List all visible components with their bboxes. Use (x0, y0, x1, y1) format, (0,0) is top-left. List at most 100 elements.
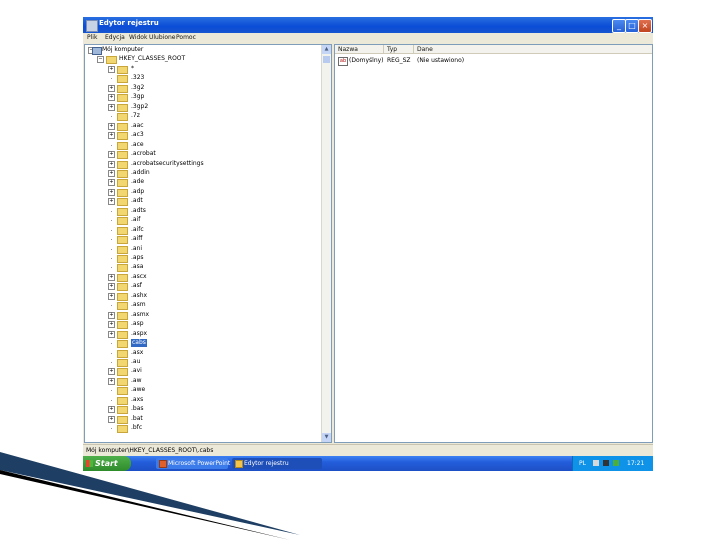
expand-toggle[interactable]: + (108, 179, 115, 187)
tree-connector (111, 399, 112, 401)
tree-item-label: .7z (131, 112, 140, 120)
menu-favorites[interactable]: Ulubione (149, 34, 176, 41)
tree-item-label: .acrobatsecuritysettings (131, 159, 204, 167)
expand-toggle[interactable]: + (108, 273, 115, 281)
value-name[interactable]: (Domyślny) (349, 57, 384, 64)
expand-toggle[interactable]: + (108, 188, 115, 196)
tree-item-label: .adts (131, 206, 146, 214)
tree-item-label: .ade (131, 178, 145, 186)
tree-connector (111, 305, 112, 307)
tree-item-label: .acrobat (131, 150, 156, 158)
folder-icon (117, 169, 128, 178)
tree-item-label: .bfc (131, 424, 143, 432)
tree-item-label: .asp (131, 320, 144, 328)
menu-view[interactable]: Widok (129, 34, 147, 41)
status-bar: Mój komputer\HKEY_CLASSES_ROOT\.cabs (83, 444, 653, 456)
folder-icon (117, 406, 128, 415)
tree-item-label: .asa (131, 263, 144, 271)
taskbar-item-label: Edytor rejestru (244, 460, 289, 467)
title-bar: Edytor rejestru _ □ × (83, 17, 653, 33)
security-icon[interactable] (613, 460, 619, 466)
tree-item-label: .au (131, 357, 141, 365)
folder-icon (117, 207, 128, 216)
expand-toggle[interactable]: + (108, 311, 115, 319)
tree-connector (111, 258, 112, 259)
expand-toggle[interactable]: + (108, 292, 115, 300)
expand-toggle[interactable]: + (108, 377, 115, 385)
expand-toggle[interactable]: + (108, 103, 115, 111)
network-icon[interactable] (593, 460, 599, 466)
maximize-button[interactable]: □ (625, 19, 639, 33)
menu-edit[interactable]: Edycja (105, 34, 125, 41)
tree-root-label: Mój komputer (102, 46, 144, 53)
scroll-thumb[interactable] (323, 56, 330, 63)
tree-connector (111, 267, 112, 269)
system-tray: PL 17:21 (572, 456, 653, 471)
folder-icon (117, 377, 128, 386)
values-list-pane[interactable]: Nazwa Typ Dane ab (Domyślny) REG_SZ (Nie… (334, 44, 653, 443)
expand-toggle[interactable]: + (108, 283, 115, 291)
expand-toggle[interactable]: + (108, 94, 115, 102)
tree-item-label: .3g2 (131, 83, 145, 91)
folder-icon (117, 396, 128, 405)
scroll-down-arrow-icon[interactable]: ▼ (322, 433, 331, 442)
folder-icon (117, 302, 128, 311)
tree-item-label: .aif (131, 216, 141, 224)
tree-connector (111, 144, 112, 146)
folder-icon (117, 151, 128, 160)
tree-scrollbar[interactable]: ▲ ▼ (321, 45, 331, 442)
value-type: REG_SZ (387, 57, 411, 64)
menu-file[interactable]: Plik (87, 34, 97, 41)
clock[interactable]: 17:21 (627, 460, 644, 467)
tree-item-label: * (131, 65, 134, 72)
tree-connector (111, 116, 112, 118)
expand-toggle[interactable]: + (108, 330, 115, 338)
expand-toggle[interactable]: + (108, 84, 115, 92)
expand-toggle[interactable]: + (108, 368, 115, 376)
expand-toggle[interactable]: + (108, 198, 115, 206)
tree-connector (111, 352, 112, 354)
tree-item-label: .asx (131, 348, 144, 356)
folder-icon (117, 358, 128, 367)
minimize-button[interactable]: _ (612, 19, 626, 33)
expand-toggle[interactable]: + (108, 132, 115, 140)
expand-toggle[interactable]: + (108, 66, 115, 73)
tree-item-label: .ace (131, 140, 144, 148)
folder-icon (117, 311, 128, 320)
expand-toggle[interactable]: + (108, 122, 115, 130)
close-button[interactable]: × (638, 19, 652, 33)
expand-toggle[interactable]: + (108, 321, 115, 329)
folder-icon (117, 141, 128, 150)
folder-icon (117, 84, 128, 93)
expand-toggle[interactable]: + (108, 415, 115, 423)
taskbar-item-powerpoint[interactable]: Microsoft PowerPoint - ... (156, 458, 242, 469)
column-header-name[interactable]: Nazwa (335, 45, 384, 54)
folder-icon (117, 349, 128, 358)
monitor-icon[interactable] (603, 460, 609, 466)
expand-toggle[interactable]: + (108, 169, 115, 177)
scroll-up-arrow-icon[interactable]: ▲ (322, 45, 331, 54)
collapse-toggle[interactable]: − (97, 56, 104, 63)
folder-icon (117, 188, 128, 197)
menu-help[interactable]: Pomoc (176, 34, 196, 41)
folder-icon (117, 273, 128, 282)
taskbar-item-regedit[interactable]: Edytor rejestru (232, 458, 322, 469)
powerpoint-icon (159, 460, 167, 468)
tree-item-label: .awe (131, 386, 146, 394)
expand-toggle[interactable]: + (108, 406, 115, 414)
tree-connector (111, 390, 112, 392)
tree-item-label: .bas (131, 405, 144, 413)
tree-item-label: .addin (131, 168, 150, 176)
language-indicator[interactable]: PL (579, 460, 586, 467)
tree-item-label: .aps (131, 254, 144, 261)
column-header-data[interactable]: Dane (414, 45, 652, 54)
registry-icon (86, 20, 98, 32)
expand-toggle[interactable]: + (108, 151, 115, 159)
column-header-type[interactable]: Typ (384, 45, 414, 54)
key-tree-pane[interactable]: − Mój komputer − HKEY_CLASSES_ROOT +*.32… (84, 44, 332, 443)
window-title: Edytor rejestru (99, 19, 159, 27)
expand-toggle[interactable]: + (108, 160, 115, 168)
start-button[interactable]: Start (83, 456, 131, 471)
registry-editor-window: Edytor rejestru _ □ × Plik Edycja Widok … (83, 17, 653, 471)
tree-connector (111, 210, 112, 212)
